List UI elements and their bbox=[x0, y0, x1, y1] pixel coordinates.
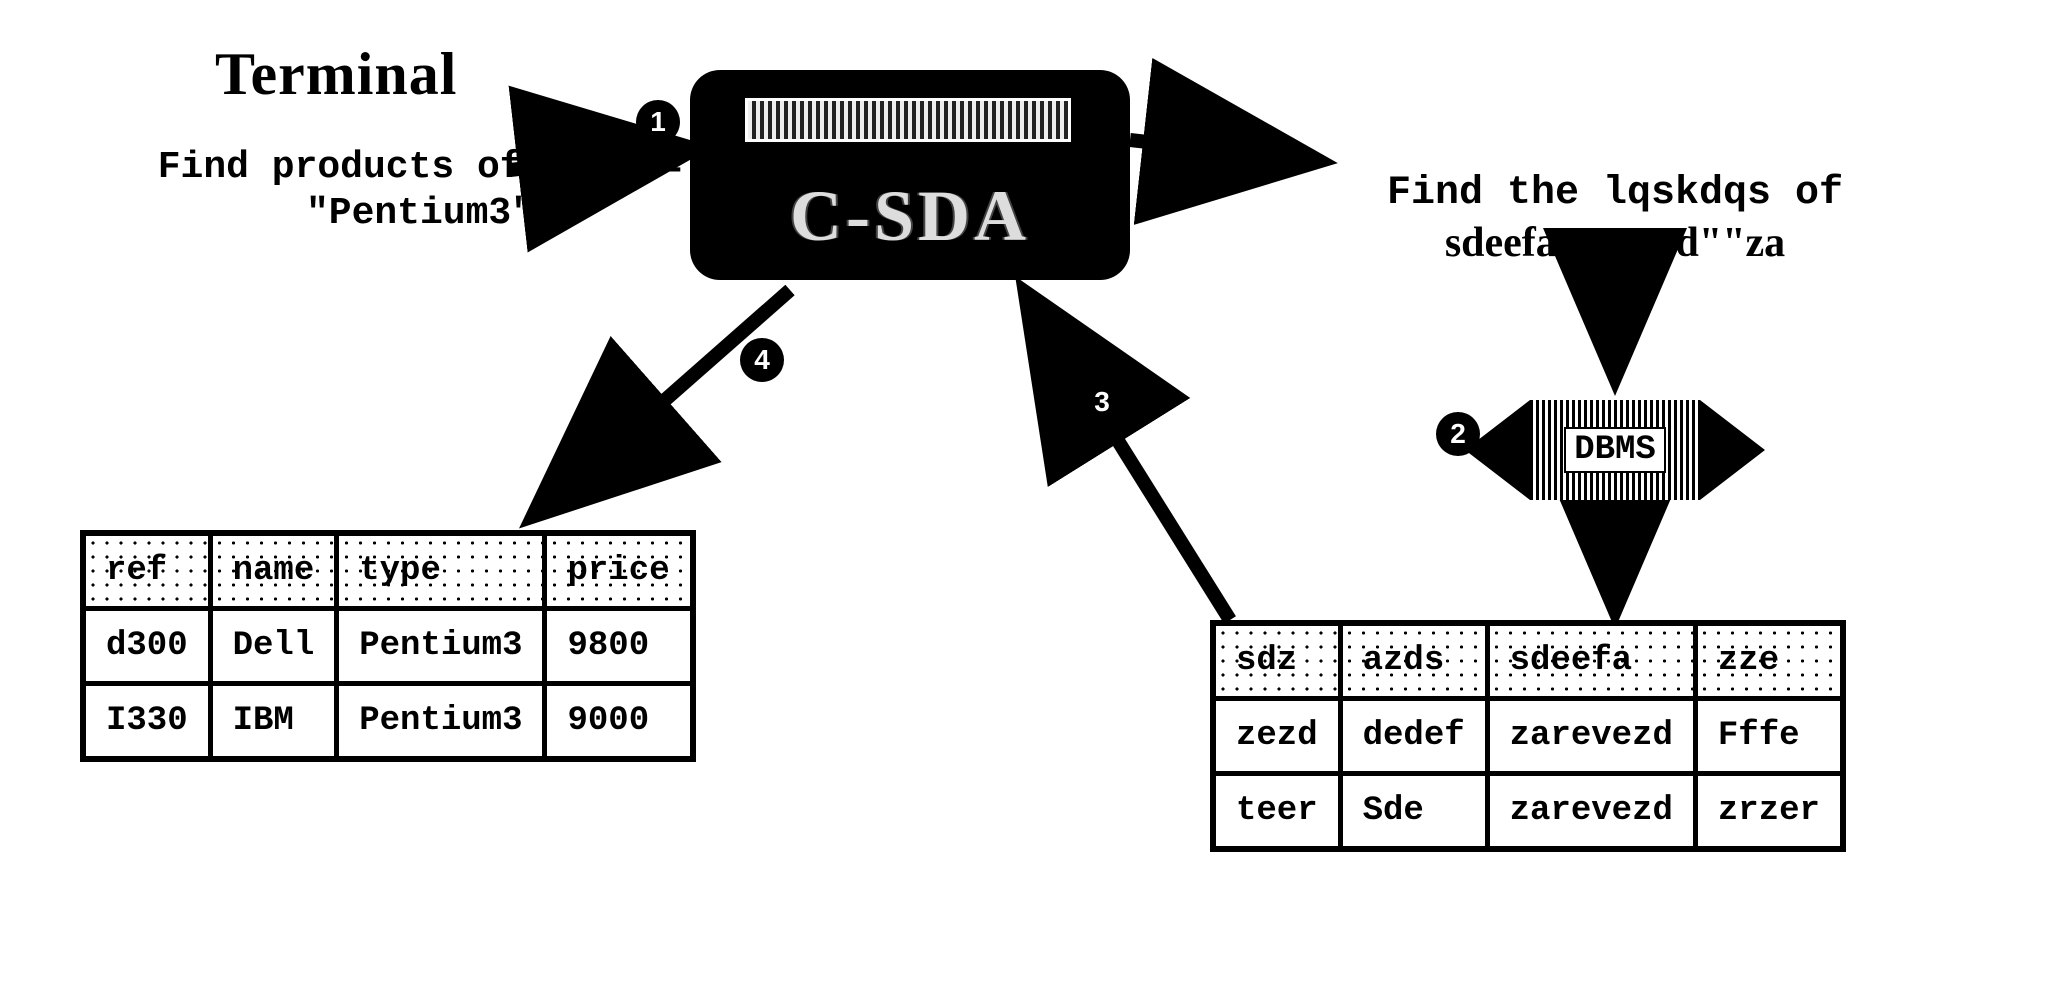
step-marker-4: 4 bbox=[740, 338, 784, 382]
csda-box: C-SDA bbox=[690, 70, 1130, 280]
dbms-body: DBMS bbox=[1530, 400, 1700, 500]
right-query-text: Find the lqskdqs of sdeefa=revezd""za bbox=[1335, 170, 1895, 271]
step-marker-2: 2 bbox=[1436, 412, 1480, 456]
cell: zezd bbox=[1213, 699, 1340, 774]
table-header-row: sdz azds sdeefa zze bbox=[1213, 623, 1843, 699]
dbms-label: DBMS bbox=[1564, 427, 1666, 473]
cell: I330 bbox=[83, 684, 210, 760]
cell: Pentium3 bbox=[337, 609, 545, 684]
page-title: Terminal bbox=[215, 40, 457, 109]
right-result-table: sdz azds sdeefa zze zezd dedef zarevezd … bbox=[1210, 620, 1846, 852]
col-zze: zze bbox=[1695, 623, 1843, 699]
cell: Sde bbox=[1340, 774, 1487, 850]
cell: 9800 bbox=[545, 609, 693, 684]
csda-label: C-SDA bbox=[790, 175, 1030, 258]
cell: Pentium3 bbox=[337, 684, 545, 760]
left-query-text: Find products of type = "Pentium3" bbox=[150, 145, 690, 236]
table-row: d300 Dell Pentium3 9800 bbox=[83, 609, 693, 684]
step-marker-3: 3 bbox=[1080, 380, 1124, 424]
cell: IBM bbox=[210, 684, 337, 760]
right-query-line2: sdeefa=revezd""za bbox=[1445, 220, 1785, 266]
cell: zrzer bbox=[1695, 774, 1843, 850]
dbms-left-point-icon bbox=[1465, 400, 1530, 500]
step-marker-1: 1 bbox=[636, 100, 680, 144]
table-row: zezd dedef zarevezd Fffe bbox=[1213, 699, 1843, 774]
cell: 9000 bbox=[545, 684, 693, 760]
table-row: teer Sde zarevezd zrzer bbox=[1213, 774, 1843, 850]
table-header-row: ref name type price bbox=[83, 533, 693, 609]
dbms-node: DBMS bbox=[1470, 380, 1760, 520]
left-query-line2: "Pentium3" bbox=[150, 191, 690, 237]
cell: teer bbox=[1213, 774, 1340, 850]
cell: dedef bbox=[1340, 699, 1487, 774]
col-sdeefa: sdeefa bbox=[1487, 623, 1695, 699]
cell: zarevezd bbox=[1487, 699, 1695, 774]
col-type: type bbox=[337, 533, 545, 609]
cell: Fffe bbox=[1695, 699, 1843, 774]
left-query-line1: Find products of type = bbox=[158, 146, 683, 189]
col-sdz: sdz bbox=[1213, 623, 1340, 699]
col-ref: ref bbox=[83, 533, 210, 609]
table-row: I330 IBM Pentium3 9000 bbox=[83, 684, 693, 760]
col-price: price bbox=[545, 533, 693, 609]
right-query-line1: Find the lqskdqs of bbox=[1387, 171, 1843, 216]
left-result-table: ref name type price d300 Dell Pentium3 9… bbox=[80, 530, 696, 762]
cell: d300 bbox=[83, 609, 210, 684]
col-azds: azds bbox=[1340, 623, 1487, 699]
col-name: name bbox=[210, 533, 337, 609]
cell: zarevezd bbox=[1487, 774, 1695, 850]
cell: Dell bbox=[210, 609, 337, 684]
csda-top-bar-icon bbox=[745, 98, 1071, 142]
dbms-right-point-icon bbox=[1700, 400, 1765, 500]
